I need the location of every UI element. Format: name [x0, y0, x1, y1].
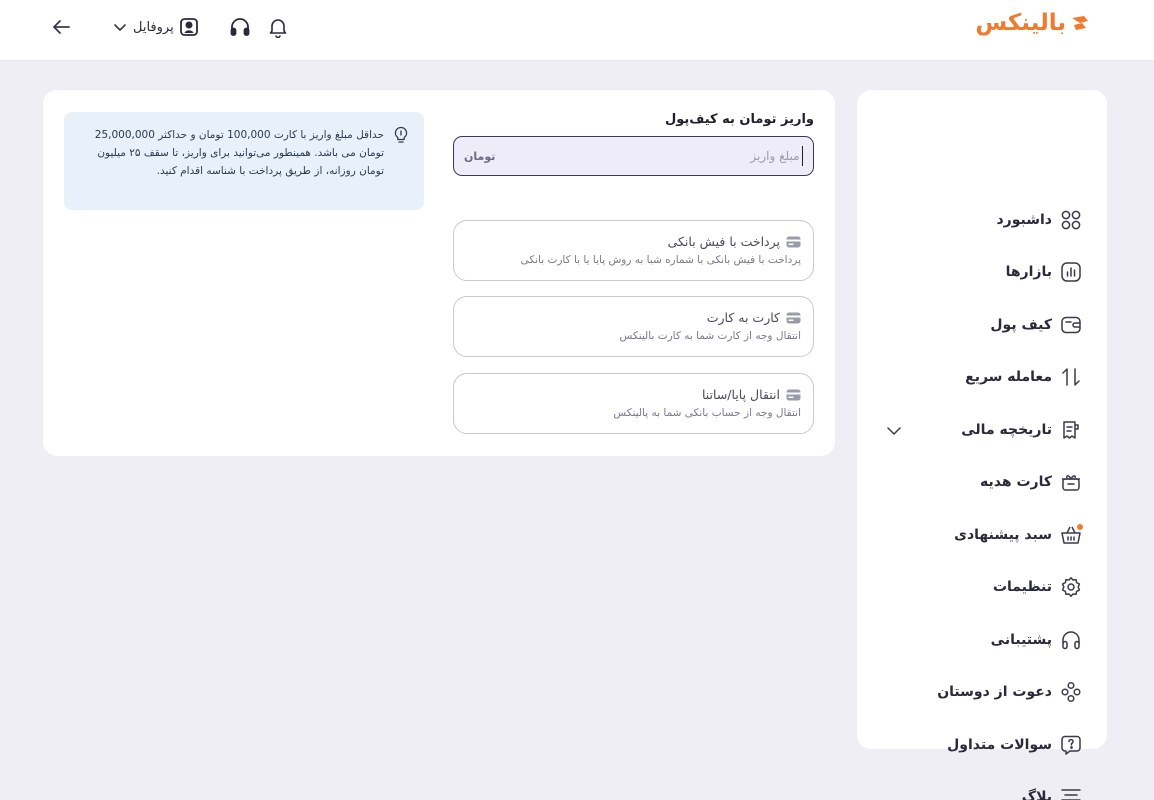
user-icon: [179, 18, 198, 36]
question-bubble-icon: [1060, 734, 1082, 756]
sidebar-item-label: کیف پول: [990, 317, 1052, 333]
bell-icon: [269, 19, 287, 38]
back-arrow-icon: [53, 20, 70, 34]
method-description: انتقال وجه از حساب بانکی شما به پالینکس: [613, 407, 801, 419]
sidebar-item-label: پشتیبانی: [990, 632, 1052, 648]
sidebar-item-label: تنظیمات: [992, 579, 1052, 595]
chevron-down-icon: [114, 24, 126, 31]
sidebar-item-support[interactable]: پشتیبانی: [991, 625, 1082, 655]
sidebar-item-label: تاریخچه مالی: [961, 422, 1052, 438]
header-actions: پروفایل: [48, 14, 291, 40]
sidebar-item-label: دعوت از دوستان: [937, 684, 1052, 700]
profile-label: پروفایل: [133, 19, 174, 35]
sidebar-item-wallet[interactable]: کیف پول: [990, 310, 1082, 340]
method-bank-receipt[interactable]: پرداخت با فیش بانکی پرداخت با فیش بانکی …: [453, 220, 814, 281]
currency-unit-label: تومان: [464, 149, 496, 163]
sidebar: داشبورد بازارها کیف پول معامله سریع تاری…: [857, 90, 1107, 800]
logo[interactable]: بالینکس: [975, 8, 1090, 38]
text-lines-icon: [1060, 786, 1082, 800]
headphones-icon: [1060, 629, 1082, 651]
logo-mark-icon: [1072, 16, 1088, 30]
sidebar-item-invite-friends[interactable]: دعوت از دوستان: [937, 677, 1082, 707]
sidebar-item-label: سبد پیشنهادی: [954, 527, 1052, 543]
sidebar-item-label: داشبورد: [996, 212, 1053, 228]
method-card-to-card[interactable]: کارت به کارت انتقال وجه از کارت شما به ک…: [453, 296, 814, 357]
method-description: پرداخت با فیش بانکی با شماره شبا به روش …: [520, 254, 801, 266]
sidebar-item-dashboard[interactable]: داشبورد: [997, 205, 1083, 235]
deposit-title: واریز تومان به کیف‌پول: [664, 112, 814, 127]
sidebar-item-blog[interactable]: بلاگ: [1022, 782, 1082, 800]
card-icon: [786, 312, 801, 323]
info-text: حداقل مبلغ واریز با کارت 100,000 تومان و…: [94, 129, 384, 177]
sidebar-item-label: بازارها: [1005, 264, 1052, 280]
sidebar-item-label: سوالات متداول: [947, 737, 1052, 753]
amount-field[interactable]: تومان: [453, 136, 814, 176]
lightbulb-icon: [394, 126, 408, 143]
card-icon: [786, 236, 801, 247]
chart-bars-icon: [1060, 261, 1082, 283]
grid-icon: [1060, 209, 1082, 231]
notification-badge: [1077, 524, 1083, 530]
receipt-icon: [1060, 419, 1082, 441]
method-title: انتقال پایا/ساتنا: [701, 387, 780, 402]
deposit-card: واریز تومان به کیف‌پول تومان پرداخت با ف…: [43, 90, 835, 456]
support-button[interactable]: [227, 14, 253, 40]
method-header: کارت به کارت: [707, 310, 801, 325]
logo-text: بالینکس: [975, 10, 1067, 36]
profile-menu-button[interactable]: پروفایل: [112, 17, 199, 37]
method-header: پرداخت با فیش بانکی: [668, 234, 801, 249]
method-header: انتقال پایا/ساتنا: [702, 387, 801, 402]
sidebar-item-faq[interactable]: سوالات متداول: [947, 730, 1082, 760]
method-title: کارت به کارت: [706, 310, 780, 325]
sidebar-item-financial-history[interactable]: تاریخچه مالی: [961, 415, 1082, 445]
sidebar-item-quick-trade[interactable]: معامله سریع: [965, 362, 1082, 392]
gift-icon: [1060, 471, 1082, 493]
text-cursor: [801, 146, 803, 166]
gear-icon: [1060, 576, 1082, 598]
method-title: پرداخت با فیش بانکی: [667, 234, 780, 249]
amount-input[interactable]: [495, 149, 800, 163]
notifications-button[interactable]: [265, 14, 291, 40]
sidebar-item-markets[interactable]: بازارها: [1006, 257, 1082, 287]
method-paya-satna[interactable]: انتقال پایا/ساتنا انتقال وجه از حساب بان…: [453, 373, 814, 434]
back-button[interactable]: [48, 14, 74, 40]
info-notice: حداقل مبلغ واریز با کارت 100,000 تومان و…: [64, 112, 424, 210]
method-description: انتقال وجه از کارت شما به کارت بالینکس: [619, 330, 801, 342]
basket-icon: [1060, 524, 1083, 546]
wallet-icon: [1060, 314, 1082, 336]
sidebar-item-label: کارت هدیه: [980, 474, 1052, 490]
sidebar-item-settings[interactable]: تنظیمات: [993, 572, 1082, 602]
sidebar-item-suggested-basket[interactable]: سبد پیشنهادی: [954, 520, 1083, 550]
sidebar-item-label: معامله سریع: [965, 369, 1052, 385]
headphones-icon: [230, 18, 250, 36]
users-icon: [1060, 681, 1082, 703]
sidebar-item-gift-card[interactable]: کارت هدیه: [980, 467, 1082, 497]
sidebar-item-label: بلاگ: [1021, 789, 1052, 800]
swap-arrows-icon: [1060, 366, 1082, 388]
card-icon: [786, 389, 801, 400]
chevron-down-icon[interactable]: [884, 421, 904, 441]
top-bar: بالینکس پروفایل: [0, 0, 1154, 61]
